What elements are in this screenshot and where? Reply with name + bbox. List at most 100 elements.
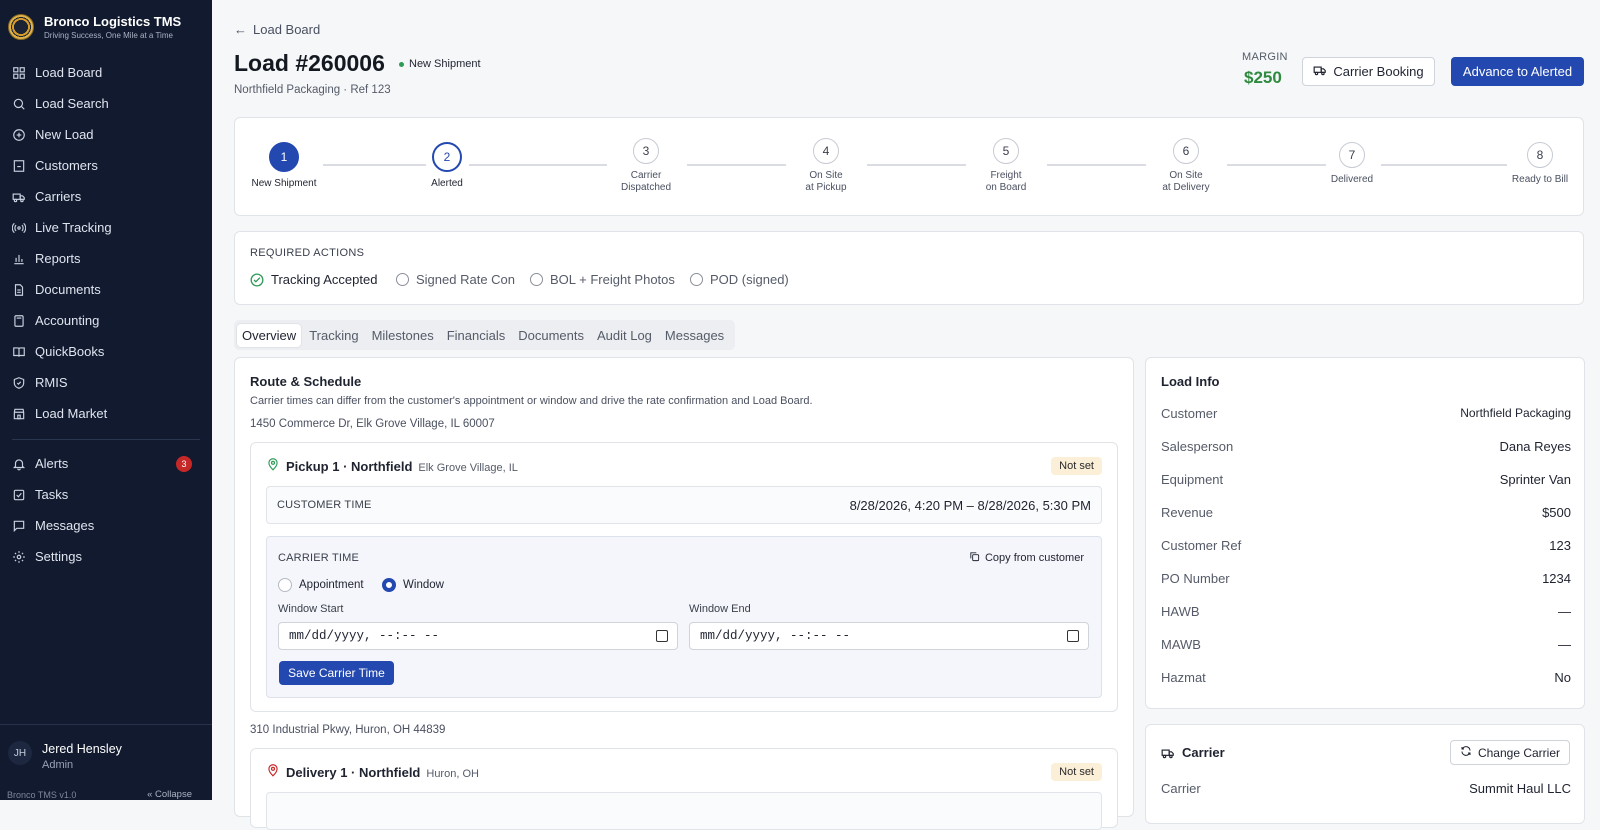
back-link[interactable]: ← Load Board xyxy=(234,22,320,37)
tab-documents[interactable]: Documents xyxy=(513,324,589,347)
building-icon xyxy=(12,159,26,173)
sidebar-item-settings[interactable]: Settings xyxy=(0,541,212,572)
step-number: 7 xyxy=(1339,142,1365,168)
sidebar-item-load-search[interactable]: Load Search xyxy=(0,88,212,119)
step-connector xyxy=(687,164,786,166)
pickup-title: Pickup 1 · Northfield Elk Grove Village,… xyxy=(266,457,518,474)
step-ready-to-bill[interactable]: 8 Ready to Bill xyxy=(1500,142,1580,186)
page-title: Load #260006 xyxy=(234,50,385,76)
window-start-input[interactable]: mm/dd/yyyy, --:-- -- xyxy=(278,622,678,650)
store-icon xyxy=(12,407,26,421)
tab-audit-log[interactable]: Audit Log xyxy=(592,324,657,347)
route-schedule-card: Route & Schedule Carrier times can diffe… xyxy=(234,357,1134,830)
step-freight-on-board[interactable]: 5 Freight on Board xyxy=(966,138,1046,194)
step-number: 5 xyxy=(993,138,1019,164)
info-value: Summit Haul LLC xyxy=(1469,781,1571,796)
info-value: No xyxy=(1554,670,1571,685)
advance-status-button[interactable]: Advance to Alerted xyxy=(1451,57,1584,86)
tab-messages[interactable]: Messages xyxy=(660,324,729,347)
delivery-location: Huron, OH xyxy=(426,768,479,780)
file-icon xyxy=(12,283,26,297)
circle-icon xyxy=(396,273,409,286)
sidebar-item-reports[interactable]: Reports xyxy=(0,243,212,274)
info-key: Revenue xyxy=(1161,505,1214,520)
sidebar-item-customers[interactable]: Customers xyxy=(0,150,212,181)
sidebar-item-documents[interactable]: Documents xyxy=(0,274,212,305)
appointment-label: Appointment xyxy=(299,579,364,591)
window-label: Window xyxy=(403,579,444,591)
required-action-label: Signed Rate Con xyxy=(416,272,516,287)
carrier-booking-button[interactable]: Carrier Booking xyxy=(1302,57,1435,86)
window-end-input[interactable]: mm/dd/yyyy, --:-- -- xyxy=(689,622,1089,650)
step-number: 8 xyxy=(1527,142,1553,168)
bar-chart-icon xyxy=(12,252,26,266)
step-connector xyxy=(469,164,607,166)
step-carrier-dispatched[interactable]: 3 Carrier Dispatched xyxy=(606,138,686,194)
required-action-pod[interactable]: POD (signed) xyxy=(690,272,789,287)
step-label: On Site xyxy=(1169,170,1203,181)
step-on-site-delivery[interactable]: 6 On Site at Delivery xyxy=(1146,138,1226,194)
sidebar-item-live-tracking[interactable]: Live Tracking xyxy=(0,212,212,243)
broadcast-icon xyxy=(12,221,26,235)
step-delivered[interactable]: 7 Delivered xyxy=(1312,142,1392,186)
sidebar-item-alerts[interactable]: Alerts 3 xyxy=(0,448,212,479)
status-badge: New Shipment xyxy=(399,58,481,70)
appointment-radio[interactable]: Appointment xyxy=(278,578,364,592)
copy-icon xyxy=(969,551,980,565)
sidebar-item-label: Customers xyxy=(35,158,98,173)
step-on-site-pickup[interactable]: 4 On Site at Pickup xyxy=(786,138,866,194)
step-label: On Site xyxy=(809,170,843,181)
sidebar-item-load-board[interactable]: Load Board xyxy=(0,57,212,88)
copy-from-customer-button[interactable]: Copy from customer xyxy=(969,551,1084,565)
tab-financials[interactable]: Financials xyxy=(442,324,511,347)
sidebar-item-label: Load Search xyxy=(35,96,109,111)
pickup-address: 1450 Commerce Dr, Elk Grove Village, IL … xyxy=(250,418,495,430)
sidebar-item-tasks[interactable]: Tasks xyxy=(0,479,212,510)
copy-label: Copy from customer xyxy=(984,552,1084,564)
route-description: Carrier times can differ from the custom… xyxy=(250,395,813,407)
tab-tracking[interactable]: Tracking xyxy=(304,324,363,347)
info-row-equipment: Equipment Sprinter Van xyxy=(1161,472,1571,487)
info-row-po-number: PO Number 1234 xyxy=(1161,571,1571,586)
required-action-bol[interactable]: BOL + Freight Photos xyxy=(530,272,675,287)
pickup-name: Pickup 1 · Northfield xyxy=(286,459,413,474)
required-action-tracking[interactable]: Tracking Accepted xyxy=(250,272,377,287)
sidebar-item-accounting[interactable]: Accounting xyxy=(0,305,212,336)
calculator-icon xyxy=(12,314,26,328)
sidebar: Bronco Logistics TMS Driving Success, On… xyxy=(0,0,212,800)
sidebar-item-rmis[interactable]: RMIS xyxy=(0,367,212,398)
step-label-2: at Delivery xyxy=(1162,182,1210,193)
step-alerted[interactable]: 2 Alerted xyxy=(407,142,487,190)
circle-icon xyxy=(690,273,703,286)
collapse-label: Collapse xyxy=(155,789,192,800)
message-icon xyxy=(12,519,26,533)
info-key: PO Number xyxy=(1161,571,1230,586)
sidebar-item-messages[interactable]: Messages xyxy=(0,510,212,541)
calendar-icon xyxy=(656,630,668,642)
tab-overview[interactable]: Overview xyxy=(237,323,302,347)
sidebar-item-quickbooks[interactable]: QuickBooks xyxy=(0,336,212,367)
step-label: Freight xyxy=(990,170,1022,181)
change-carrier-button[interactable]: Change Carrier xyxy=(1450,740,1570,765)
sidebar-item-load-market[interactable]: Load Market xyxy=(0,398,212,429)
step-number: 2 xyxy=(432,142,462,172)
brand[interactable]: Bronco Logistics TMS Driving Success, On… xyxy=(8,14,181,40)
step-connector xyxy=(1047,164,1146,166)
sidebar-item-carriers[interactable]: Carriers xyxy=(0,181,212,212)
required-action-rate-con[interactable]: Signed Rate Con xyxy=(396,272,515,287)
page-subtitle: Northfield Packaging · Ref 123 xyxy=(234,84,391,96)
truck-icon xyxy=(12,190,26,204)
window-radio[interactable]: Window xyxy=(382,578,444,592)
step-new-shipment[interactable]: 1 New Shipment xyxy=(244,142,324,190)
map-pin-icon xyxy=(268,458,278,471)
tab-milestones[interactable]: Milestones xyxy=(367,324,439,347)
sidebar-item-new-load[interactable]: New Load xyxy=(0,119,212,150)
info-value: Sprinter Van xyxy=(1499,472,1571,487)
status-label: New Shipment xyxy=(409,58,481,70)
step-number: 3 xyxy=(633,138,659,164)
collapse-sidebar-button[interactable]: « Collapse xyxy=(147,789,192,800)
save-carrier-time-button[interactable]: Save Carrier Time xyxy=(279,661,394,685)
search-icon xyxy=(12,97,26,111)
app-tagline: Driving Success, One Mile at a Time xyxy=(44,31,173,40)
info-value: 1234 xyxy=(1542,571,1571,586)
